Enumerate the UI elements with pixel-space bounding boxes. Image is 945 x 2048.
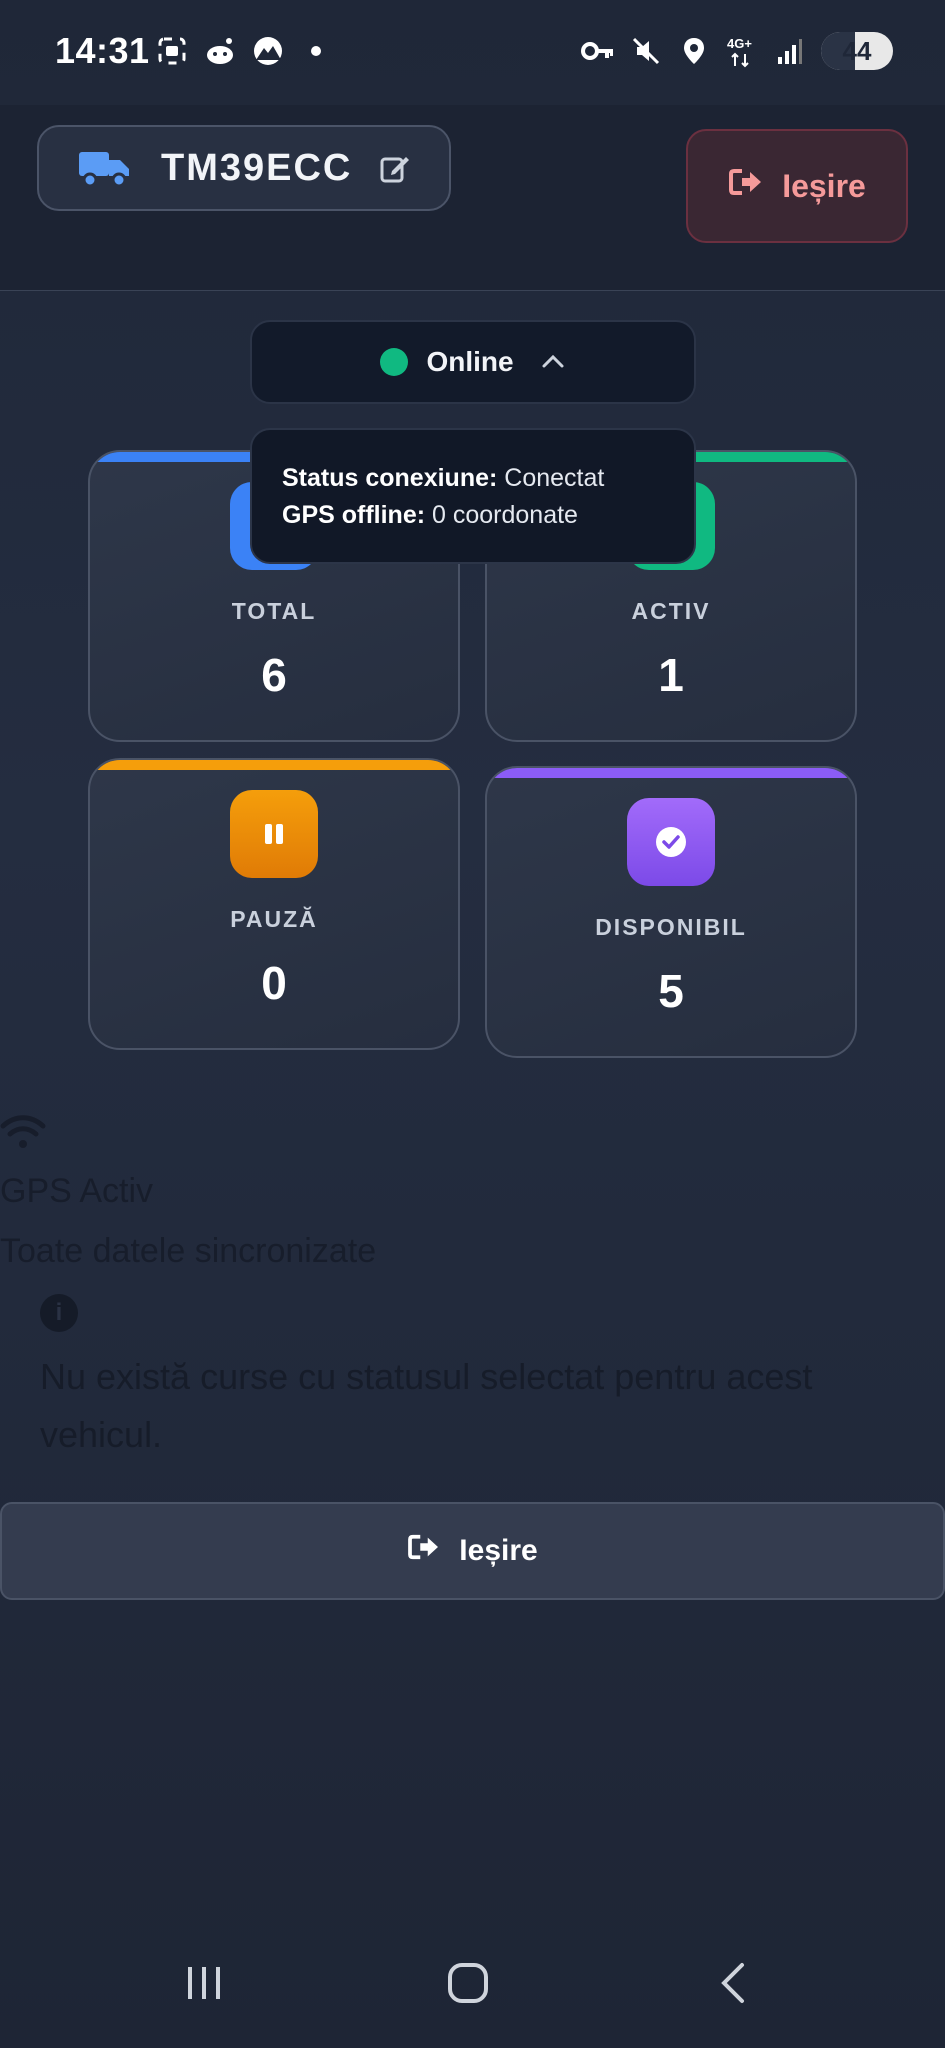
connection-status-label: Online xyxy=(426,346,514,377)
dot-icon xyxy=(299,34,333,68)
network-icon: 4G+ xyxy=(725,34,759,68)
stat-value-total: 6 xyxy=(261,649,287,701)
recent-apps-icon[interactable] xyxy=(174,1958,234,2008)
signal-icon xyxy=(773,34,807,68)
stat-label-total: TOTAL xyxy=(231,598,317,624)
vehicle-plate: TM39ECC xyxy=(161,146,353,189)
footer-exit-button[interactable]: Ieșire xyxy=(0,1502,945,1600)
stat-label-activ: ACTIV xyxy=(631,598,711,624)
edit-icon[interactable] xyxy=(380,153,410,183)
stat-card-disponibil[interactable]: DISPONIBIL 5 xyxy=(485,766,857,1058)
sign-out-icon xyxy=(407,1533,441,1569)
stat-label-pauza: PAUZĂ xyxy=(230,906,318,932)
connection-status-toggle[interactable]: Online xyxy=(250,320,696,404)
status-bar: 14:31 4G+ 44 xyxy=(0,0,945,105)
vpn-key-icon xyxy=(581,34,615,68)
tooltip-status-label: Status conexiune: xyxy=(282,464,498,492)
truck-icon xyxy=(79,148,131,188)
pause-icon xyxy=(230,790,318,878)
tooltip-status-value: Conectat xyxy=(504,464,605,492)
sync-status-text: Toate datele sincronizate xyxy=(0,1232,377,1270)
home-icon[interactable] xyxy=(438,1958,498,2008)
info-icon: i xyxy=(40,1294,78,1332)
check-circle-icon xyxy=(627,798,715,886)
header-exit-label: Ieșire xyxy=(782,167,866,204)
system-nav-bar xyxy=(0,1930,945,2048)
chevron-up-icon xyxy=(540,349,566,375)
stat-value-activ: 1 xyxy=(658,649,684,701)
status-icons-right: 4G+ 44 xyxy=(581,32,893,70)
sign-out-icon xyxy=(728,167,764,205)
location-icon xyxy=(677,34,711,68)
battery-level: 44 xyxy=(842,35,872,66)
status-time: 14:31 xyxy=(55,30,150,71)
tooltip-gps-row: GPS offline: 0 coordonate xyxy=(282,497,664,534)
app-header: TM39ECC Ieșire xyxy=(0,105,945,291)
battery-icon: 44 xyxy=(821,32,893,70)
vehicle-selector[interactable]: TM39ECC xyxy=(37,125,451,211)
card-accent-bar xyxy=(90,760,458,770)
gps-status-text: GPS Activ xyxy=(0,1172,154,1210)
screenshot-icon xyxy=(155,34,189,68)
card-accent-bar xyxy=(487,768,855,778)
online-indicator xyxy=(380,348,409,376)
header-exit-button[interactable]: Ieșire xyxy=(686,129,908,243)
tooltip-gps-value: 0 coordonate xyxy=(432,501,578,529)
connection-tooltip: Status conexiune: Conectat GPS offline: … xyxy=(250,428,696,564)
wifi-icon xyxy=(0,1113,50,1153)
back-icon[interactable] xyxy=(704,1958,764,2008)
footer-exit-label: Ieșire xyxy=(459,1534,538,1567)
tooltip-gps-label: GPS offline: xyxy=(282,501,426,529)
stat-value-disponibil: 5 xyxy=(658,965,684,1017)
stat-label-disponibil: DISPONIBIL xyxy=(595,914,747,940)
stat-card-pauza[interactable]: PAUZĂ 0 xyxy=(88,758,460,1050)
svg-text:4G+: 4G+ xyxy=(727,36,752,51)
empty-state-message: Nu există curse cu statusul selectat pen… xyxy=(40,1356,813,1455)
tooltip-status-row: Status conexiune: Conectat xyxy=(282,460,664,497)
mountain-icon xyxy=(251,34,285,68)
reddit-icon xyxy=(203,34,237,68)
stat-value-pauza: 0 xyxy=(261,957,287,1009)
status-icons-left xyxy=(155,34,333,68)
mute-icon xyxy=(629,34,663,68)
